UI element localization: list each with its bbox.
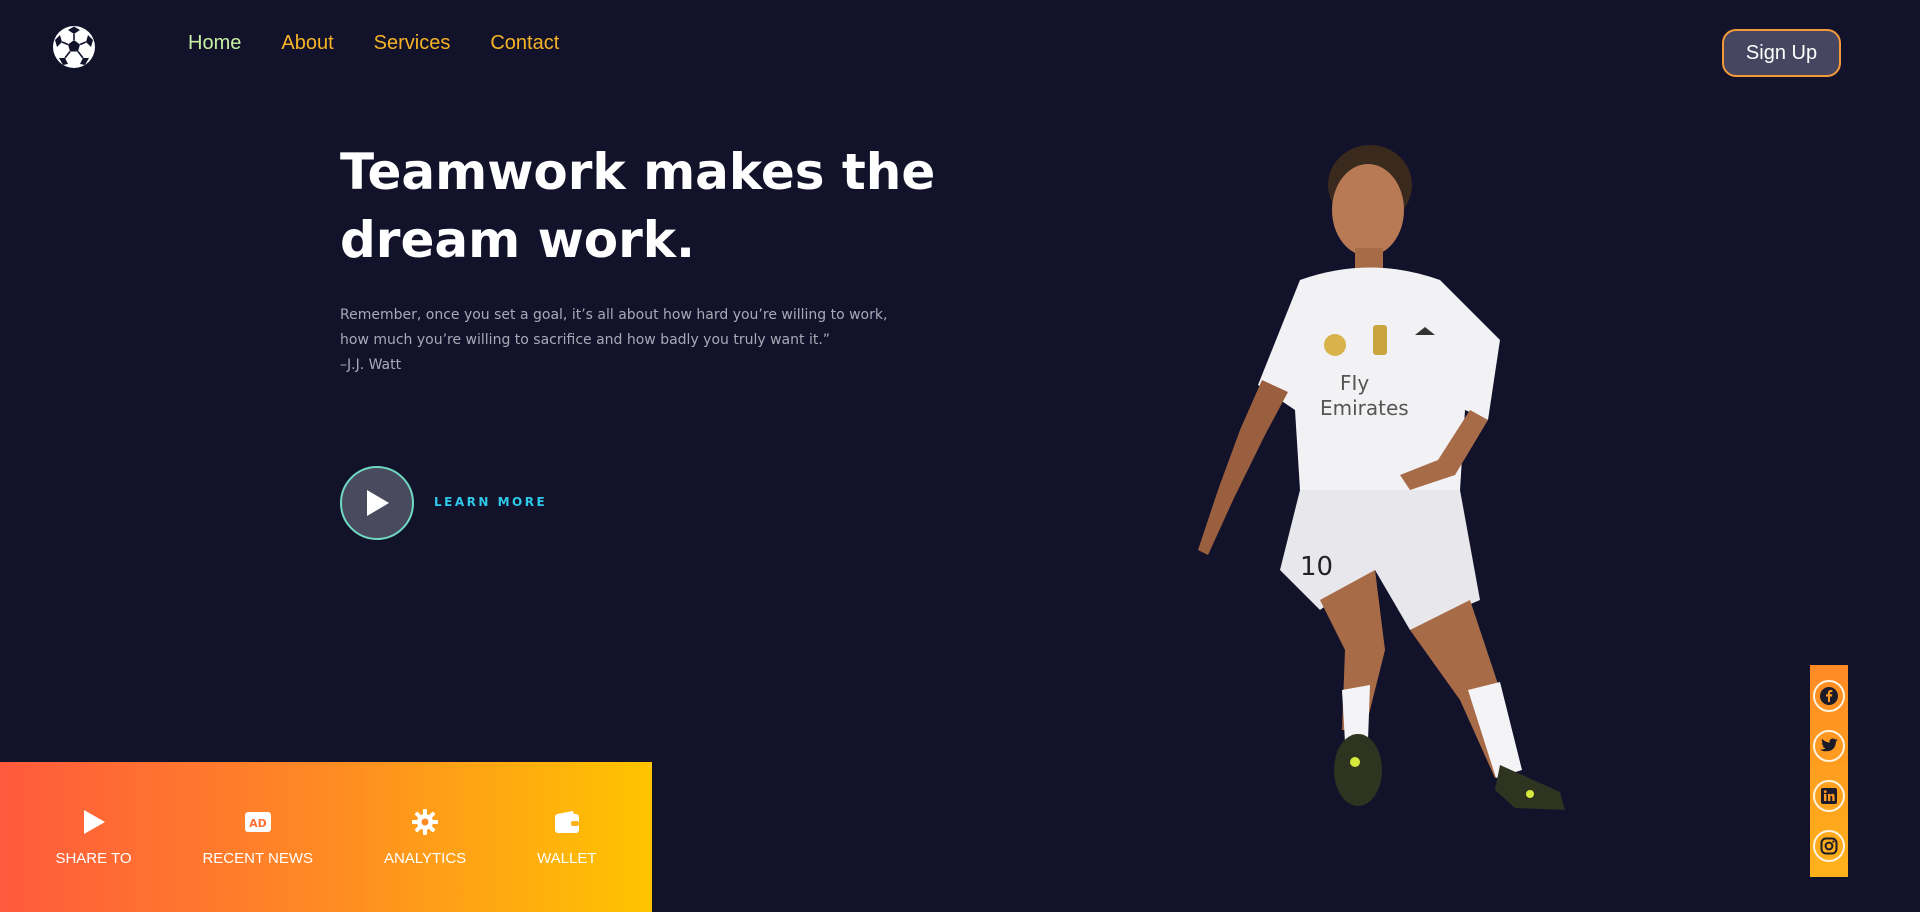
- svg-text:Emirates: Emirates: [1320, 396, 1409, 420]
- soccer-player-image: FIy Emirates 10: [1198, 145, 1565, 810]
- facebook-icon: [1820, 687, 1838, 705]
- hero-quote: Remember, once you set a goal, it’s all …: [340, 303, 900, 378]
- wallet-label: WALLET: [537, 849, 597, 867]
- share-to-item[interactable]: SHARE TO: [55, 808, 132, 867]
- instagram-link[interactable]: [1813, 830, 1845, 862]
- bottom-feature-bar: SHARE TO AD RECENT NEWS ANALYTICS WALLET: [0, 762, 652, 912]
- ad-icon: AD: [244, 808, 272, 836]
- nav-contact-link[interactable]: Contact: [490, 32, 559, 55]
- share-to-label: SHARE TO: [55, 849, 132, 867]
- soccer-ball-logo-icon[interactable]: [52, 25, 96, 69]
- recent-news-item[interactable]: AD RECENT NEWS: [202, 808, 313, 867]
- linkedin-link[interactable]: [1813, 780, 1845, 812]
- quote-author: –J.J. Watt: [340, 357, 402, 373]
- social-links-bar: [1810, 665, 1848, 877]
- main-nav: Home About Services Contact: [188, 32, 559, 55]
- sign-up-button[interactable]: Sign Up: [1722, 29, 1841, 77]
- nav-services-link[interactable]: Services: [374, 32, 451, 55]
- ad-badge-text: AD: [249, 817, 267, 830]
- quote-line-2: how much you’re willing to sacrifice and…: [340, 332, 831, 348]
- quote-line-1: Remember, once you set a goal, it’s all …: [340, 307, 888, 323]
- nav-home-link[interactable]: Home: [188, 32, 241, 55]
- hero-title: Teamwork makes the dream work.: [340, 143, 936, 269]
- wallet-item[interactable]: WALLET: [537, 808, 597, 867]
- svg-text:FIy: FIy: [1340, 371, 1369, 395]
- analytics-label: ANALYTICS: [383, 849, 467, 867]
- nav-about-link[interactable]: About: [281, 32, 333, 55]
- wallet-icon: [553, 808, 581, 836]
- facebook-link[interactable]: [1813, 680, 1845, 712]
- play-video-button[interactable]: [340, 466, 414, 540]
- gear-icon: [411, 808, 439, 836]
- play-icon: [80, 808, 108, 836]
- svg-text:10: 10: [1300, 552, 1333, 582]
- instagram-icon: [1820, 837, 1838, 855]
- analytics-item[interactable]: ANALYTICS: [384, 808, 466, 867]
- learn-more-link[interactable]: LEARN MORE: [434, 495, 547, 509]
- recent-news-label: RECENT NEWS: [202, 849, 314, 867]
- twitter-icon: [1820, 738, 1838, 752]
- play-icon: [367, 490, 389, 516]
- linkedin-icon: [1821, 788, 1837, 804]
- twitter-link[interactable]: [1813, 730, 1845, 762]
